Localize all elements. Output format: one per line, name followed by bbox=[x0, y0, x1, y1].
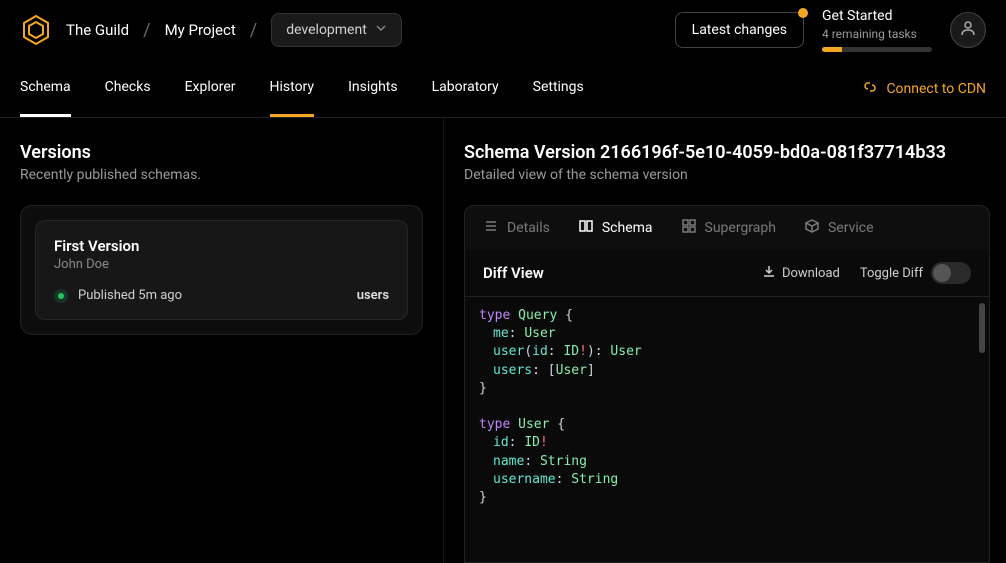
version-status: Published 5m ago bbox=[54, 288, 182, 303]
code-line: type Query { bbox=[479, 307, 975, 325]
notification-dot-icon bbox=[798, 8, 808, 18]
code-viewer[interactable]: type Query { me: User user(id: ID!): Use… bbox=[464, 297, 990, 563]
tab-service-label: Service bbox=[828, 220, 874, 236]
nav-tab-explorer[interactable]: Explorer bbox=[185, 60, 236, 117]
detail-pane: Schema Version 2166196f-5e10-4059-bd0a-0… bbox=[444, 118, 1006, 563]
code-line: } bbox=[479, 489, 975, 507]
code-line: user(id: ID!): User bbox=[479, 343, 975, 361]
nav-tab-history[interactable]: History bbox=[270, 60, 315, 117]
code-line: type User { bbox=[479, 416, 975, 434]
chevron-down-icon bbox=[375, 22, 387, 38]
latest-changes-button[interactable]: Latest changes bbox=[675, 12, 804, 48]
get-started-subtitle: 4 remaining tasks bbox=[822, 27, 932, 41]
code-line: name: String bbox=[479, 453, 975, 471]
version-card[interactable]: First Version John Doe Published 5m ago … bbox=[35, 220, 408, 320]
versions-pane: Versions Recently published schemas. Fir… bbox=[0, 118, 444, 563]
code-line: users: [User] bbox=[479, 362, 975, 380]
breadcrumb-separator: / bbox=[143, 20, 150, 41]
user-icon bbox=[960, 20, 976, 40]
user-avatar[interactable] bbox=[950, 12, 986, 48]
get-started-panel[interactable]: Get Started 4 remaining tasks bbox=[822, 8, 932, 52]
version-service-badge: users bbox=[357, 288, 389, 303]
get-started-progress bbox=[822, 47, 932, 52]
version-title: First Version bbox=[54, 237, 389, 255]
versions-subtitle: Recently published schemas. bbox=[20, 167, 423, 183]
cube-icon bbox=[804, 218, 820, 238]
breadcrumb: The Guild / My Project / development bbox=[20, 13, 402, 47]
branch-selector[interactable]: development bbox=[271, 13, 402, 47]
connect-cdn-label: Connect to CDN bbox=[886, 81, 986, 97]
schema-version-title: Schema Version 2166196f-5e10-4059-bd0a-0… bbox=[464, 142, 990, 163]
tab-supergraph[interactable]: Supergraph bbox=[681, 218, 776, 238]
code-line: } bbox=[479, 380, 975, 398]
tab-schema-label: Schema bbox=[602, 220, 653, 236]
nav-tab-insights[interactable]: Insights bbox=[348, 60, 398, 117]
tab-details[interactable]: Details bbox=[483, 218, 550, 238]
tab-supergraph-label: Supergraph bbox=[705, 220, 776, 236]
topbar-right: Latest changes Get Started 4 remaining t… bbox=[675, 8, 986, 52]
tab-schema[interactable]: Schema bbox=[578, 218, 653, 238]
diff-view-title: Diff View bbox=[483, 264, 544, 282]
code-line: id: ID! bbox=[479, 434, 975, 452]
download-label: Download bbox=[782, 266, 840, 281]
list-icon bbox=[483, 218, 499, 238]
nav-tabs: Schema Checks Explorer History Insights … bbox=[20, 60, 584, 117]
toggle-diff: Toggle Diff bbox=[860, 262, 971, 284]
connect-cdn-link[interactable]: Connect to CDN bbox=[862, 79, 986, 99]
branch-name: development bbox=[286, 22, 367, 38]
grid-icon bbox=[681, 218, 697, 238]
logo-icon[interactable] bbox=[20, 14, 52, 46]
version-status-text: Published 5m ago bbox=[78, 288, 182, 303]
nav-tab-laboratory[interactable]: Laboratory bbox=[432, 60, 499, 117]
download-button[interactable]: Download bbox=[762, 264, 840, 282]
status-dot-icon bbox=[54, 289, 68, 303]
tab-details-label: Details bbox=[507, 220, 550, 236]
breadcrumb-project[interactable]: My Project bbox=[165, 21, 236, 39]
get-started-title: Get Started bbox=[822, 8, 932, 24]
diff-header: Diff View Download Toggle Diff bbox=[464, 250, 990, 297]
toggle-diff-switch[interactable] bbox=[931, 262, 971, 284]
nav-tab-checks[interactable]: Checks bbox=[105, 60, 151, 117]
columns-icon bbox=[578, 218, 594, 238]
code-line bbox=[479, 398, 975, 416]
versions-title: Versions bbox=[20, 142, 423, 163]
diff-actions: Download Toggle Diff bbox=[762, 262, 971, 284]
code-line: username: String bbox=[479, 471, 975, 489]
schema-version-subtitle: Detailed view of the schema version bbox=[464, 167, 990, 183]
version-footer: Published 5m ago users bbox=[54, 288, 389, 303]
toggle-diff-label: Toggle Diff bbox=[860, 266, 923, 281]
nav-tab-schema[interactable]: Schema bbox=[20, 60, 71, 117]
versions-list: First Version John Doe Published 5m ago … bbox=[20, 205, 423, 335]
latest-changes-label: Latest changes bbox=[692, 22, 787, 38]
nav-tab-settings[interactable]: Settings bbox=[533, 60, 584, 117]
breadcrumb-org[interactable]: The Guild bbox=[66, 21, 129, 39]
version-author: John Doe bbox=[54, 257, 389, 272]
tab-service[interactable]: Service bbox=[804, 218, 874, 238]
navbar: Schema Checks Explorer History Insights … bbox=[0, 60, 1006, 118]
code-line: me: User bbox=[479, 325, 975, 343]
breadcrumb-separator: / bbox=[250, 20, 257, 41]
topbar: The Guild / My Project / development Lat… bbox=[0, 0, 1006, 60]
schema-view-tabs: Details Schema Supergraph Service bbox=[464, 205, 990, 250]
download-icon bbox=[762, 264, 776, 282]
link-icon bbox=[862, 79, 878, 99]
scrollbar-thumb[interactable] bbox=[979, 303, 985, 353]
main: Versions Recently published schemas. Fir… bbox=[0, 118, 1006, 563]
